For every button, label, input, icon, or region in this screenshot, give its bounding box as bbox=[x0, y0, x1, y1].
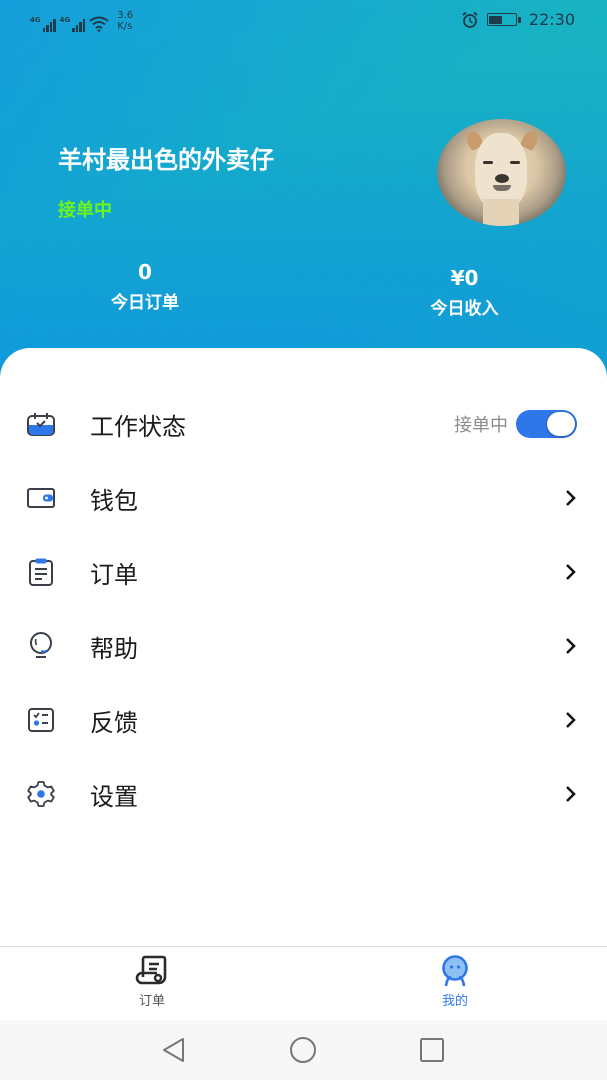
today-orders-value: 0 bbox=[138, 260, 152, 284]
today-orders-label: 今日订单 bbox=[111, 293, 179, 313]
clipboard-icon bbox=[24, 555, 58, 589]
menu-item-wallet[interactable]: 钱包 bbox=[0, 468, 607, 528]
tab-mine[interactable]: 我的 bbox=[415, 955, 495, 1009]
chevron-right-icon bbox=[566, 638, 576, 654]
menu-item-label: 工作状态 bbox=[90, 412, 186, 441]
work-status-label: 接单中 bbox=[58, 200, 112, 221]
tab-label: 我的 bbox=[441, 994, 468, 1009]
calendar-check-icon bbox=[24, 407, 58, 441]
menu-item-label: 设置 bbox=[90, 782, 138, 811]
chevron-right-icon bbox=[566, 564, 576, 580]
system-nav-bar bbox=[0, 1020, 607, 1080]
back-icon[interactable] bbox=[160, 1036, 188, 1064]
menu-item-help[interactable]: 帮助 bbox=[0, 616, 607, 676]
wallet-icon bbox=[24, 481, 58, 515]
chevron-right-icon bbox=[566, 786, 576, 802]
recents-icon[interactable] bbox=[418, 1036, 446, 1064]
today-orders-stat: 0 今日订单 bbox=[90, 260, 200, 313]
menu-item-orders[interactable]: 订单 bbox=[0, 542, 607, 602]
toggle-status-text: 接单中 bbox=[454, 415, 508, 436]
menu-item-label: 订单 bbox=[90, 560, 138, 589]
menu-item-label: 反馈 bbox=[90, 708, 138, 737]
today-income-value: ¥0 bbox=[450, 266, 479, 290]
menu-item-feedback[interactable]: 反馈 bbox=[0, 690, 607, 750]
home-icon[interactable] bbox=[289, 1036, 317, 1064]
network-type: 4G bbox=[30, 16, 41, 24]
scroll-icon bbox=[135, 955, 167, 985]
gear-icon bbox=[24, 777, 58, 811]
menu-item-label: 帮助 bbox=[90, 634, 138, 663]
signal-icon: 4G bbox=[60, 16, 86, 32]
lightbulb-icon bbox=[24, 629, 58, 663]
menu-item-settings[interactable]: 设置 bbox=[0, 764, 607, 824]
network-type: 4G bbox=[59, 16, 71, 24]
work-status-toggle[interactable] bbox=[516, 410, 577, 438]
checklist-icon bbox=[24, 703, 58, 737]
today-income-label: 今日收入 bbox=[430, 299, 499, 319]
speed-value: 3.6 bbox=[117, 10, 134, 21]
today-income-stat: ¥0 今日收入 bbox=[407, 266, 522, 319]
user-name: 羊村最出色的外卖仔 bbox=[58, 146, 274, 174]
wifi-icon bbox=[89, 16, 109, 32]
clock: 22:30 bbox=[528, 10, 575, 29]
signal-icon: 4G bbox=[30, 16, 56, 32]
avatar[interactable] bbox=[437, 119, 566, 226]
network-speed: 3.6 K/s bbox=[117, 10, 133, 32]
battery-icon bbox=[486, 13, 521, 26]
chevron-right-icon bbox=[566, 712, 576, 728]
speed-unit: K/s bbox=[117, 21, 133, 32]
tab-label: 订单 bbox=[138, 994, 165, 1009]
menu-item-work-status[interactable]: 工作状态 接单中 bbox=[0, 394, 607, 454]
menu-item-label: 钱包 bbox=[90, 486, 138, 515]
menu-card: 工作状态 接单中 钱包 订单 帮助 反馈 设置 bbox=[0, 348, 607, 948]
alarm-icon bbox=[462, 11, 478, 28]
tab-orders[interactable]: 订单 bbox=[112, 955, 192, 1009]
chevron-right-icon bbox=[566, 490, 576, 506]
bottom-tab-bar: 订单 我的 bbox=[0, 946, 607, 1020]
status-bar: 4G 4G 3.6 K/s 22:30 bbox=[0, 0, 607, 44]
robot-face-icon bbox=[442, 955, 468, 987]
